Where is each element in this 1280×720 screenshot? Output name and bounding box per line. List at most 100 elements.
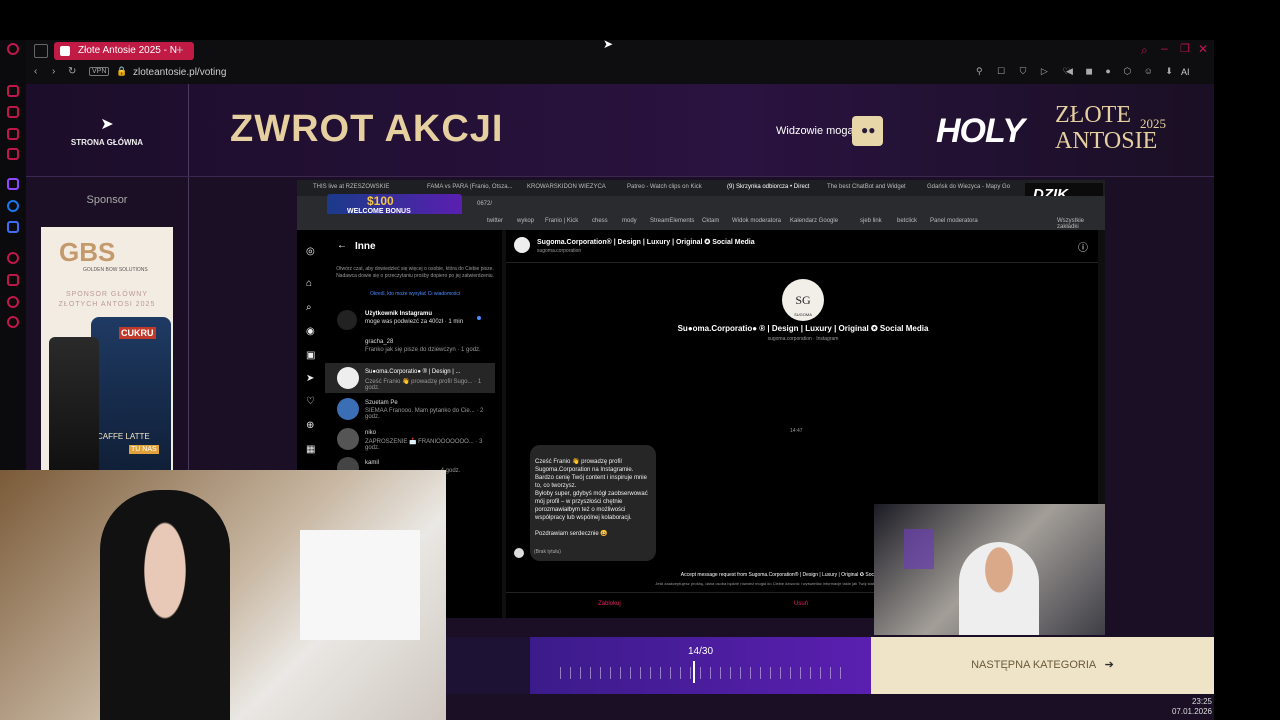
downloads-icon[interactable] bbox=[7, 274, 19, 286]
site-header bbox=[26, 84, 1214, 177]
bookmark-item[interactable]: Widok moderatora bbox=[732, 218, 781, 224]
twitch-icon[interactable] bbox=[7, 128, 19, 140]
webcam-left bbox=[0, 470, 446, 720]
bag-icon[interactable] bbox=[7, 106, 19, 118]
sponsor-line2: ZŁOTYCH ANTOSI 2025 bbox=[58, 301, 156, 308]
speed-dial-icon[interactable] bbox=[7, 85, 19, 97]
tab-favicon-icon bbox=[60, 46, 70, 56]
chat-sub: sugoma.corporation bbox=[537, 248, 582, 254]
bookmark-item[interactable]: Cktam bbox=[702, 218, 719, 224]
extensions-icon[interactable] bbox=[7, 296, 19, 308]
ig-note-link[interactable]: Określ, kto może wysyłać Ci wiadomości bbox=[335, 291, 495, 297]
reload-icon[interactable]: ↻ bbox=[68, 66, 76, 77]
sponsor-banner[interactable]: GBS GOLDEN BOW SOLUTIONS SPONSOR GŁÓWNY … bbox=[41, 227, 173, 470]
bookmark-item[interactable]: twitter bbox=[487, 218, 503, 224]
next-category-label[interactable]: NASTĘPNA KATEGORIA ➔ bbox=[871, 637, 1214, 694]
history-icon[interactable] bbox=[7, 252, 19, 264]
maximize-icon[interactable]: ❐ bbox=[1180, 42, 1190, 55]
back-arrow-icon[interactable]: ← bbox=[337, 240, 347, 251]
vpn-badge[interactable]: VPN bbox=[89, 67, 110, 76]
stream-tab[interactable]: The best ChatBot and Widget bbox=[827, 184, 906, 190]
instagram-icon[interactable]: ◎ bbox=[306, 246, 315, 257]
thread-name: Użytkownik Instagramu bbox=[365, 311, 433, 317]
home-icon[interactable]: ⌂ bbox=[306, 278, 312, 289]
bookmark-item[interactable]: sjeb link bbox=[860, 218, 882, 224]
search-icon[interactable]: ⌕ bbox=[306, 302, 312, 313]
page-title: ZWROT AKCJI bbox=[230, 108, 504, 150]
settings-gear-icon[interactable] bbox=[7, 316, 19, 328]
sidebar-app-icon[interactable] bbox=[7, 148, 19, 160]
messenger-icon[interactable] bbox=[7, 200, 19, 212]
tab-search-icon[interactable]: ⌕ bbox=[1141, 43, 1148, 58]
room-shelf bbox=[300, 530, 420, 640]
address-bar: ‹ › ↻ VPN 🔒 zloteantosie.pl/voting ⚲ ☐ ⛉… bbox=[26, 62, 1214, 84]
url-text[interactable]: zloteantosie.pl/voting bbox=[133, 67, 226, 78]
chat-avatar[interactable]: SG SUGOMA bbox=[782, 279, 824, 321]
bookmark-item[interactable]: StreamElements bbox=[650, 218, 694, 224]
ig-note: Otwórz czat, aby dowiedzieć się więcej o… bbox=[336, 266, 494, 279]
extension-icons[interactable]: ◀ ◼ ● ⬡ ☺ ⬇ bbox=[1066, 66, 1178, 77]
vpn-shield-icon[interactable] bbox=[7, 221, 19, 233]
bookmark-item[interactable]: chess bbox=[592, 218, 608, 224]
stream-tab[interactable]: (9) Skrzynka odbiorcza • Direct bbox=[727, 184, 809, 190]
progress-ticks bbox=[560, 667, 845, 679]
stream-tab[interactable]: KROWARSKIDON WIEZYCA bbox=[527, 184, 606, 190]
bookmark-item[interactable]: Panel moderatora bbox=[930, 218, 978, 224]
twitch-app-icon[interactable] bbox=[7, 178, 19, 190]
stream-tab[interactable]: FAMA vs PARA (Franio, Otsza... bbox=[427, 184, 513, 190]
bookmark-item[interactable]: Kalendarz Google bbox=[790, 218, 838, 224]
thread-item[interactable]: niko ZAPROSZENIE 📩 FRANIOOOOOOO... · 3 g… bbox=[325, 425, 495, 453]
bookmark-item[interactable]: mody bbox=[622, 218, 637, 224]
thread-item[interactable]: Użytkownik Instagramu moge was podwiezć … bbox=[325, 306, 495, 334]
ai-button[interactable]: AI bbox=[1181, 67, 1190, 77]
viewers-group-icon[interactable]: ●● bbox=[852, 116, 883, 146]
home-link[interactable]: ➤ STRONA GŁÓWNA bbox=[26, 84, 189, 176]
avatar[interactable] bbox=[514, 237, 530, 253]
can-label: CUKRU bbox=[119, 327, 156, 339]
thread-item[interactable]: gracha_28 Franko jak się pisze do dziewc… bbox=[325, 334, 495, 362]
reels-icon[interactable]: ▣ bbox=[306, 350, 315, 361]
thread-item-selected[interactable]: Su●oma.Corporatio● ® | Design | ... Cześ… bbox=[325, 363, 495, 393]
notifications-icon[interactable]: ♡ bbox=[306, 396, 315, 407]
opera-logo-icon[interactable] bbox=[7, 43, 19, 55]
close-window-icon[interactable]: ✕ bbox=[1198, 42, 1208, 56]
sponsor-sub: GOLDEN BOW SOLUTIONS bbox=[83, 267, 148, 273]
thread-name: Su●oma.Corporatio● ® | Design | ... bbox=[365, 369, 461, 375]
stream-tab[interactable]: Patreo - Watch clips on Kick bbox=[627, 184, 702, 190]
chat-title[interactable]: Sugoma.Corporation® | Design | Luxury | … bbox=[537, 238, 755, 246]
info-icon[interactable]: ⓘ bbox=[1078, 239, 1088, 254]
toolbar-extensions[interactable]: ⚲ ☐ ⛉ ▷ ♡ bbox=[976, 66, 1076, 77]
brand-holy: HOLY bbox=[936, 112, 1025, 150]
back-icon[interactable]: ‹ bbox=[34, 66, 37, 77]
mouse-cursor-icon: ➤ bbox=[603, 37, 614, 51]
minimize-icon[interactable]: – bbox=[1161, 41, 1168, 55]
explore-icon[interactable]: ◉ bbox=[306, 326, 315, 337]
avatar bbox=[337, 398, 359, 420]
tab-workspaces-icon[interactable] bbox=[34, 44, 48, 58]
avatar-caption: SUGOMA bbox=[794, 312, 812, 317]
category-counter: 14/30 bbox=[687, 646, 714, 657]
bookmark-item[interactable]: betclick bbox=[897, 218, 917, 224]
message-text: Cześć Franio 👋 prowadzę profil Sugoma.Co… bbox=[535, 459, 648, 537]
streamer-figure bbox=[100, 490, 230, 720]
new-tab-icon[interactable]: + bbox=[176, 42, 184, 57]
block-button[interactable]: Zablokuj bbox=[598, 601, 621, 607]
delete-button[interactable]: Usuń bbox=[794, 601, 808, 607]
dashboard-icon[interactable]: ▦ bbox=[306, 444, 315, 455]
tab-active[interactable]: Złote Antosie 2025 - N bbox=[54, 42, 194, 60]
stream-tab[interactable]: Gdańsk do Wiezyca - Mapy Go bbox=[927, 184, 1010, 190]
messages-icon[interactable]: ➤ bbox=[306, 373, 314, 384]
bookmark-all[interactable]: Wszystkie zakładki bbox=[1057, 218, 1105, 230]
lock-icon[interactable]: 🔒 bbox=[116, 66, 127, 77]
forward-icon[interactable]: › bbox=[52, 66, 55, 77]
home-arrow-icon: ➤ bbox=[100, 116, 114, 133]
sponsor-logo: GBS bbox=[59, 237, 116, 267]
thread-name: kamil bbox=[365, 460, 380, 466]
bookmark-item[interactable]: Franio | Kick bbox=[545, 218, 578, 224]
can2-label: CAFFE LATTE bbox=[97, 432, 150, 441]
thread-preview: Franko jak się pisze do dziewczyn · 1 go… bbox=[365, 347, 481, 353]
thread-item[interactable]: Szuetam Pe SIEMAA Franooo. Mam pytanko d… bbox=[325, 395, 495, 423]
bookmark-item[interactable]: wykop bbox=[517, 218, 534, 224]
stream-tab[interactable]: THIS live at RZESZOWSKIE bbox=[313, 184, 389, 190]
create-icon[interactable]: ⊕ bbox=[306, 420, 314, 431]
